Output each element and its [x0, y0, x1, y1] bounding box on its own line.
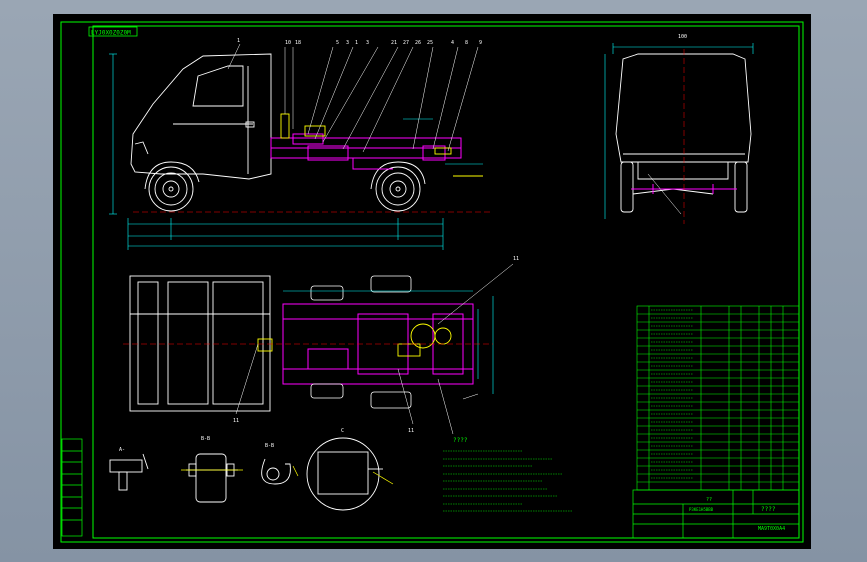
- callout-labels: 1 10 18 5 3 1 3 21 27 26 25 4 8 9: [237, 38, 482, 46]
- svg-text:5: 5: [336, 40, 339, 46]
- cad-viewport[interactable]: LYJ0X0Z0Z0M 1 10 18 5 3 1 3 21 27 26 25 …: [53, 14, 811, 549]
- plan-components: [257, 323, 452, 357]
- title-drawn: P3KE1H5BBB: [689, 507, 714, 512]
- bom-rows: [637, 309, 799, 483]
- section-labels: A- B-B B-B C: [119, 428, 344, 453]
- front-view: 100: [604, 34, 754, 224]
- plan-callouts: 11 11 11: [233, 256, 519, 434]
- plan-dimensions: [283, 290, 494, 394]
- svg-text:10: 10: [285, 40, 291, 46]
- plan-wheels: [310, 275, 412, 409]
- svg-text:3: 3: [346, 40, 349, 46]
- plan-cab: [129, 275, 271, 412]
- title-main: ????: [761, 506, 776, 513]
- front-body: [615, 53, 752, 213]
- svg-text:A-: A-: [119, 447, 125, 453]
- svg-text:B-B: B-B: [201, 436, 210, 442]
- side-dimensions: [109, 53, 483, 250]
- svg-text:4: 4: [451, 40, 454, 46]
- front-dim-label: 100: [678, 34, 687, 40]
- svg-text:????: ????: [453, 437, 468, 444]
- front-wheel: [144, 161, 200, 212]
- svg-text:9: 9: [479, 40, 482, 46]
- svg-text:1: 1: [237, 38, 240, 44]
- svg-text:B-B: B-B: [265, 443, 274, 449]
- section-details: [109, 437, 383, 511]
- side-view: 1 10 18 5 3 1 3 21 27 26 25 4 8 9: [109, 38, 493, 250]
- svg-text:27: 27: [403, 40, 409, 46]
- svg-text:1: 1: [355, 40, 358, 46]
- technical-notes: ????: [443, 437, 573, 512]
- callout-leaders: [227, 43, 479, 153]
- drawing-number: LYJ0X0Z0Z0M: [91, 30, 131, 37]
- title-code: ??: [706, 497, 712, 503]
- section-accents: [181, 465, 394, 485]
- svg-text:11: 11: [408, 428, 414, 434]
- plan-view: 11 11 11: [123, 256, 519, 435]
- cab-outline: [130, 53, 272, 180]
- front-dimensions: [604, 43, 754, 219]
- drawing-canvas: LYJ0X0Z0Z0M 1 10 18 5 3 1 3 21 27 26 25 …: [60, 21, 804, 543]
- svg-text:3: 3: [366, 40, 369, 46]
- svg-text:8: 8: [465, 40, 468, 46]
- svg-text:25: 25: [427, 40, 433, 46]
- plan-leaders: [235, 263, 514, 435]
- svg-text:11: 11: [513, 256, 519, 262]
- svg-text:11: 11: [233, 418, 239, 424]
- svg-text:26: 26: [415, 40, 421, 46]
- svg-text:21: 21: [391, 40, 397, 46]
- svg-text:C: C: [341, 428, 344, 434]
- revision-strip: [61, 438, 83, 537]
- chassis-frame-side: [270, 133, 462, 170]
- title-unit: MA9T0X0A4: [758, 526, 785, 532]
- svg-text:18: 18: [295, 40, 301, 46]
